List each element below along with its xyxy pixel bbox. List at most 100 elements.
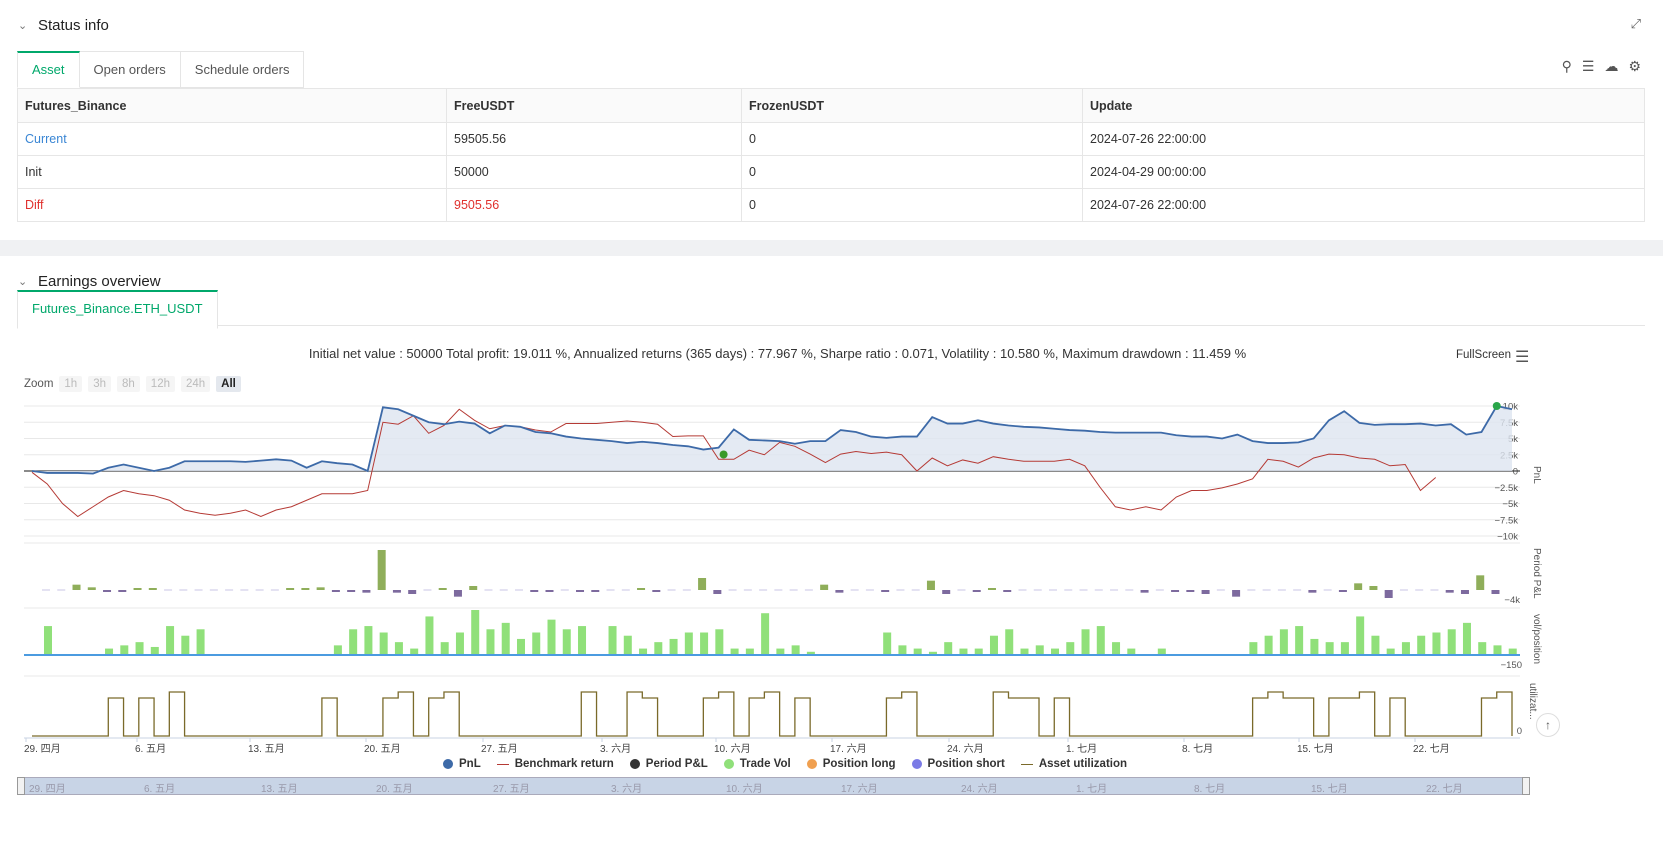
trade-vol-bar	[547, 619, 556, 655]
trade-vol-bar	[1371, 635, 1380, 655]
status-panel: ⌄ Status info ⤢ Asset Open orders Schedu…	[0, 0, 1663, 240]
y-tick-label: −10k	[1497, 532, 1518, 543]
period-pnl-bar	[972, 590, 981, 592]
stats-summary: Initial net value : 50000 Total profit: …	[308, 346, 1247, 361]
table-row: Init 50000 0 2024-04-29 00:00:00	[17, 155, 1645, 189]
trade-marker	[1492, 402, 1501, 410]
legend-dot-icon	[723, 759, 734, 769]
earnings-chart: 10k7.5k5k2.5k0−2.5k−5k−7.5k−10kPnL−4kPer…	[24, 402, 1542, 755]
period-pnl-bar	[301, 588, 310, 590]
trade-vol-bar	[120, 645, 129, 655]
period-pnl-bar	[713, 590, 722, 594]
collapse-icon[interactable]: ⤢	[1631, 16, 1641, 32]
trade-vol-bar	[989, 635, 998, 655]
earnings-header[interactable]: ⌄ Earnings overview	[18, 270, 161, 292]
period-pnl-bar	[438, 588, 447, 590]
tab-divider	[17, 325, 1645, 326]
y-tick-label: 0	[1513, 467, 1518, 478]
trade-vol-bar	[532, 632, 541, 655]
legend-trade-vol[interactable]: Trade Vol	[723, 758, 791, 770]
table-row: Diff 9505.56 0 2024-07-26 22:00:00	[17, 188, 1645, 222]
navigator-date-label: 3. 六月	[611, 784, 643, 795]
trade-vol-bar	[1493, 645, 1502, 655]
tab-open-orders[interactable]: Open orders	[79, 51, 181, 88]
navigator-date-label: 13. 五月	[261, 784, 298, 795]
cloud-download-icon[interactable]: ☁	[1604, 58, 1618, 75]
zoom-3h[interactable]: 3h	[88, 376, 111, 392]
trade-vol-bar	[135, 642, 144, 655]
trade-vol-bar	[471, 610, 480, 655]
range-navigator[interactable]: 29. 四月 6. 五月 13. 五月 20. 五月 27. 五月 3. 六月 10. 六月…	[17, 777, 1530, 795]
zoom-24h[interactable]: 24h	[180, 376, 211, 392]
trade-vol-bar	[883, 632, 892, 655]
navigator-right-handle[interactable]	[1522, 777, 1530, 795]
trade-vol-bar	[562, 629, 571, 655]
trade-vol-bar	[608, 626, 617, 655]
zoom-all[interactable]: All	[216, 376, 241, 392]
trade-vol-bar	[486, 629, 495, 655]
x-tick-label: 22. 七月	[1413, 743, 1450, 755]
tab-asset[interactable]: Asset	[17, 51, 80, 88]
period-pnl-bar	[835, 590, 844, 593]
trade-vol-bar	[394, 642, 403, 655]
trade-vol-bar	[364, 626, 373, 655]
legend-asset-utilization[interactable]: Asset utilization	[1020, 758, 1127, 770]
tab-eth-usdt[interactable]: Futures_Binance.ETH_USDT	[17, 290, 218, 329]
legend-benchmark[interactable]: Benchmark return	[496, 758, 614, 770]
tab-schedule-orders[interactable]: Schedule orders	[180, 51, 305, 88]
zoom-12h[interactable]: 12h	[145, 376, 175, 392]
period-pnl-bar	[72, 584, 81, 590]
list-icon[interactable]: ☰	[1582, 58, 1595, 75]
period-pnl-bar	[1186, 590, 1195, 592]
period-pnl-bar	[133, 588, 142, 590]
trade-marker	[719, 450, 728, 459]
legend-line-icon	[1020, 763, 1033, 765]
x-tick-label: 6. 五月	[135, 743, 166, 755]
period-pnl-bar	[1308, 590, 1317, 593]
navigator-left-handle[interactable]	[17, 777, 25, 795]
x-tick-label: 27. 五月	[481, 743, 518, 755]
legend-period-pnl[interactable]: Period P&L	[629, 758, 708, 770]
search-icon[interactable]: ⚲	[1562, 58, 1572, 75]
chart-legend: PnL Benchmark return Period P&L Trade Vo…	[443, 758, 1127, 770]
navigator-date-label: 20. 五月	[376, 784, 413, 795]
zoom-1h[interactable]: 1h	[59, 376, 83, 392]
trade-vol-bar	[944, 642, 953, 655]
trade-vol-bar	[1005, 629, 1014, 655]
period-pnl-bar	[377, 550, 386, 590]
trade-vol-bar	[349, 629, 358, 655]
trade-vol-bar	[516, 638, 525, 655]
util-axis-label: utilizat...	[1527, 683, 1538, 720]
period-pnl-bar	[1003, 590, 1012, 592]
chevron-down-icon[interactable]: ⌄	[18, 19, 28, 32]
legend-position-short[interactable]: Position short	[911, 758, 1005, 770]
legend-position-long[interactable]: Position long	[806, 758, 896, 770]
legend-pnl[interactable]: PnL	[443, 758, 481, 770]
period-pnl-bar	[530, 590, 539, 592]
period-pnl-bar	[881, 590, 890, 592]
trade-vol-bar	[181, 635, 190, 655]
gear-icon[interactable]: ⚙	[1628, 58, 1641, 75]
navigator-date-label: 24. 六月	[961, 784, 998, 795]
chevron-down-icon[interactable]: ⌄	[18, 275, 28, 288]
period-pnl-bar	[362, 590, 371, 593]
period-pnl-bar	[1171, 590, 1180, 592]
period-pnl-bar	[942, 590, 951, 594]
hamburger-menu-icon[interactable]: ☰	[1515, 347, 1529, 367]
status-title: Status info	[38, 16, 109, 34]
status-header[interactable]: ⌄ Status info	[18, 14, 109, 36]
trade-vol-bar	[501, 622, 510, 655]
back-to-top-icon[interactable]: ↑	[1536, 713, 1560, 737]
table-toolbar: ⚲ ☰ ☁ ⚙	[1562, 58, 1641, 75]
y-tick-label: −5k	[1502, 499, 1518, 510]
fullscreen-button[interactable]: FullScreen	[1456, 349, 1511, 361]
period-pnl-bar	[1476, 575, 1485, 590]
row-name-current[interactable]: Current	[17, 122, 447, 156]
trade-vol-bar	[1264, 635, 1273, 655]
period-pnl-bar	[103, 590, 112, 592]
trade-vol-bar	[1432, 632, 1441, 655]
navigator-date-label: 27. 五月	[493, 784, 530, 795]
navigator-date-label: 1. 七月	[1076, 784, 1108, 795]
zoom-8h[interactable]: 8h	[117, 376, 140, 392]
status-tabs: Asset Open orders Schedule orders	[17, 51, 305, 88]
